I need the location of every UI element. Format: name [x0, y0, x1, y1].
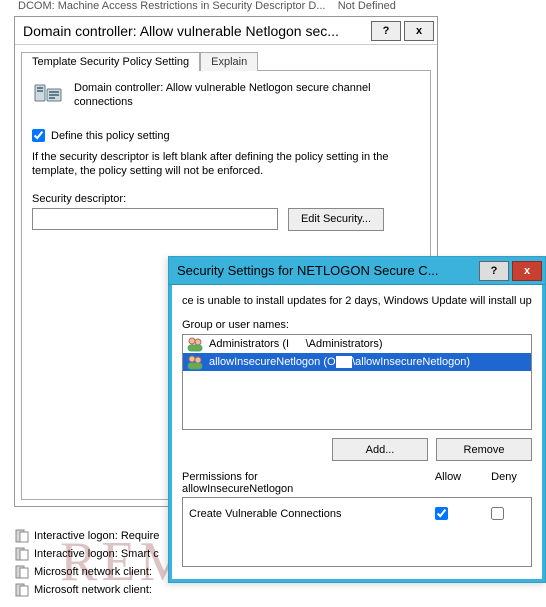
list-item[interactable]: Microsoft network client:	[14, 563, 159, 581]
policy-list-partial: Interactive logon: Require Interactive l…	[14, 527, 159, 599]
list-item-text: Administrators (Ixxx\Administrators)	[209, 338, 383, 350]
list-item-label: Interactive logon: Smart c	[34, 548, 159, 560]
list-item[interactable]: Interactive logon: Smart c	[14, 545, 159, 563]
policy-full-name: Domain controller: Allow vulnerable Netl…	[74, 81, 420, 113]
permission-name: Create Vulnerable Connections	[189, 508, 413, 520]
group-icon	[187, 336, 203, 352]
list-item-allowinsecurenetlogon[interactable]: allowInsecureNetlogon (Oxxx\allowInsecur…	[183, 353, 531, 371]
close-icon: x	[416, 25, 422, 37]
policy-item-icon	[14, 582, 30, 598]
permissions-for-label: Permissions for allowInsecureNetlogon	[182, 471, 420, 495]
close-button[interactable]: x	[404, 21, 434, 41]
policy-value: Not Defined	[338, 0, 396, 12]
tab-label: Explain	[211, 56, 247, 68]
button-label: Add...	[366, 444, 395, 456]
window-title: Domain controller: Allow vulnerable Netl…	[15, 23, 371, 39]
list-item[interactable]: Interactive logon: Require	[14, 527, 159, 545]
column-allow: Allow	[420, 471, 476, 495]
tab-strip: Template Security Policy Setting Explain	[15, 45, 437, 70]
policy-note: If the security descriptor is left blank…	[32, 150, 420, 179]
list-item-text: allowInsecureNetlogon (Oxxx\allowInsecur…	[209, 356, 470, 368]
policy-icon	[32, 81, 64, 113]
list-item-label: Interactive logon: Require	[34, 530, 159, 542]
permission-row: Create Vulnerable Connections	[189, 502, 525, 525]
policy-list-row[interactable]: DCOM: Machine Access Restrictions in Sec…	[14, 0, 546, 16]
group-user-listbox[interactable]: Administrators (Ixxx\Administrators) all…	[182, 334, 532, 430]
help-button[interactable]: ?	[371, 21, 401, 41]
group-icon	[187, 354, 203, 370]
tab-template-security-policy[interactable]: Template Security Policy Setting	[21, 52, 200, 71]
titlebar: Domain controller: Allow vulnerable Netl…	[15, 17, 437, 45]
deny-checkbox[interactable]	[491, 507, 504, 520]
close-button[interactable]: x	[512, 261, 542, 281]
security-descriptor-label: Security descriptor:	[32, 193, 420, 205]
add-button[interactable]: Add...	[332, 438, 428, 461]
list-item[interactable]: Microsoft network client:	[14, 581, 159, 599]
security-descriptor-input[interactable]	[32, 208, 278, 230]
list-item-label: Microsoft network client:	[34, 584, 152, 596]
tab-label: Template Security Policy Setting	[32, 56, 189, 68]
group-or-user-names-label: Group or user names:	[182, 319, 532, 331]
window-title: Security Settings for NETLOGON Secure C.…	[169, 263, 479, 278]
help-icon: ?	[491, 265, 498, 277]
policy-item-icon	[14, 564, 30, 580]
policy-item-icon	[14, 528, 30, 544]
policy-name: DCOM: Machine Access Restrictions in Sec…	[18, 0, 325, 12]
button-label: Remove	[464, 444, 505, 456]
allow-checkbox[interactable]	[435, 507, 448, 520]
tab-explain[interactable]: Explain	[200, 52, 258, 71]
titlebar: Security Settings for NETLOGON Secure C.…	[169, 257, 545, 285]
define-policy-label: Define this policy setting	[51, 130, 170, 142]
list-item-administrators[interactable]: Administrators (Ixxx\Administrators)	[183, 335, 531, 353]
column-deny: Deny	[476, 471, 532, 495]
define-policy-checkbox[interactable]	[32, 129, 45, 142]
policy-item-icon	[14, 546, 30, 562]
permissions-prefix: Permissions for	[182, 471, 258, 483]
edit-security-button[interactable]: Edit Security...	[288, 208, 384, 231]
define-policy-checkbox-row[interactable]: Define this policy setting	[32, 129, 420, 142]
list-item-label: Microsoft network client:	[34, 566, 152, 578]
button-label: Edit Security...	[301, 213, 371, 225]
remove-button[interactable]: Remove	[436, 438, 532, 461]
permissions-table: Create Vulnerable Connections	[182, 497, 532, 567]
help-button[interactable]: ?	[479, 261, 509, 281]
security-settings-window: Security Settings for NETLOGON Secure C.…	[168, 256, 546, 583]
permissions-subject: allowInsecureNetlogon	[182, 483, 293, 495]
help-icon: ?	[383, 25, 390, 37]
windows-update-banner: ce is unable to install updates for 2 da…	[182, 293, 532, 315]
close-icon: x	[524, 265, 530, 277]
